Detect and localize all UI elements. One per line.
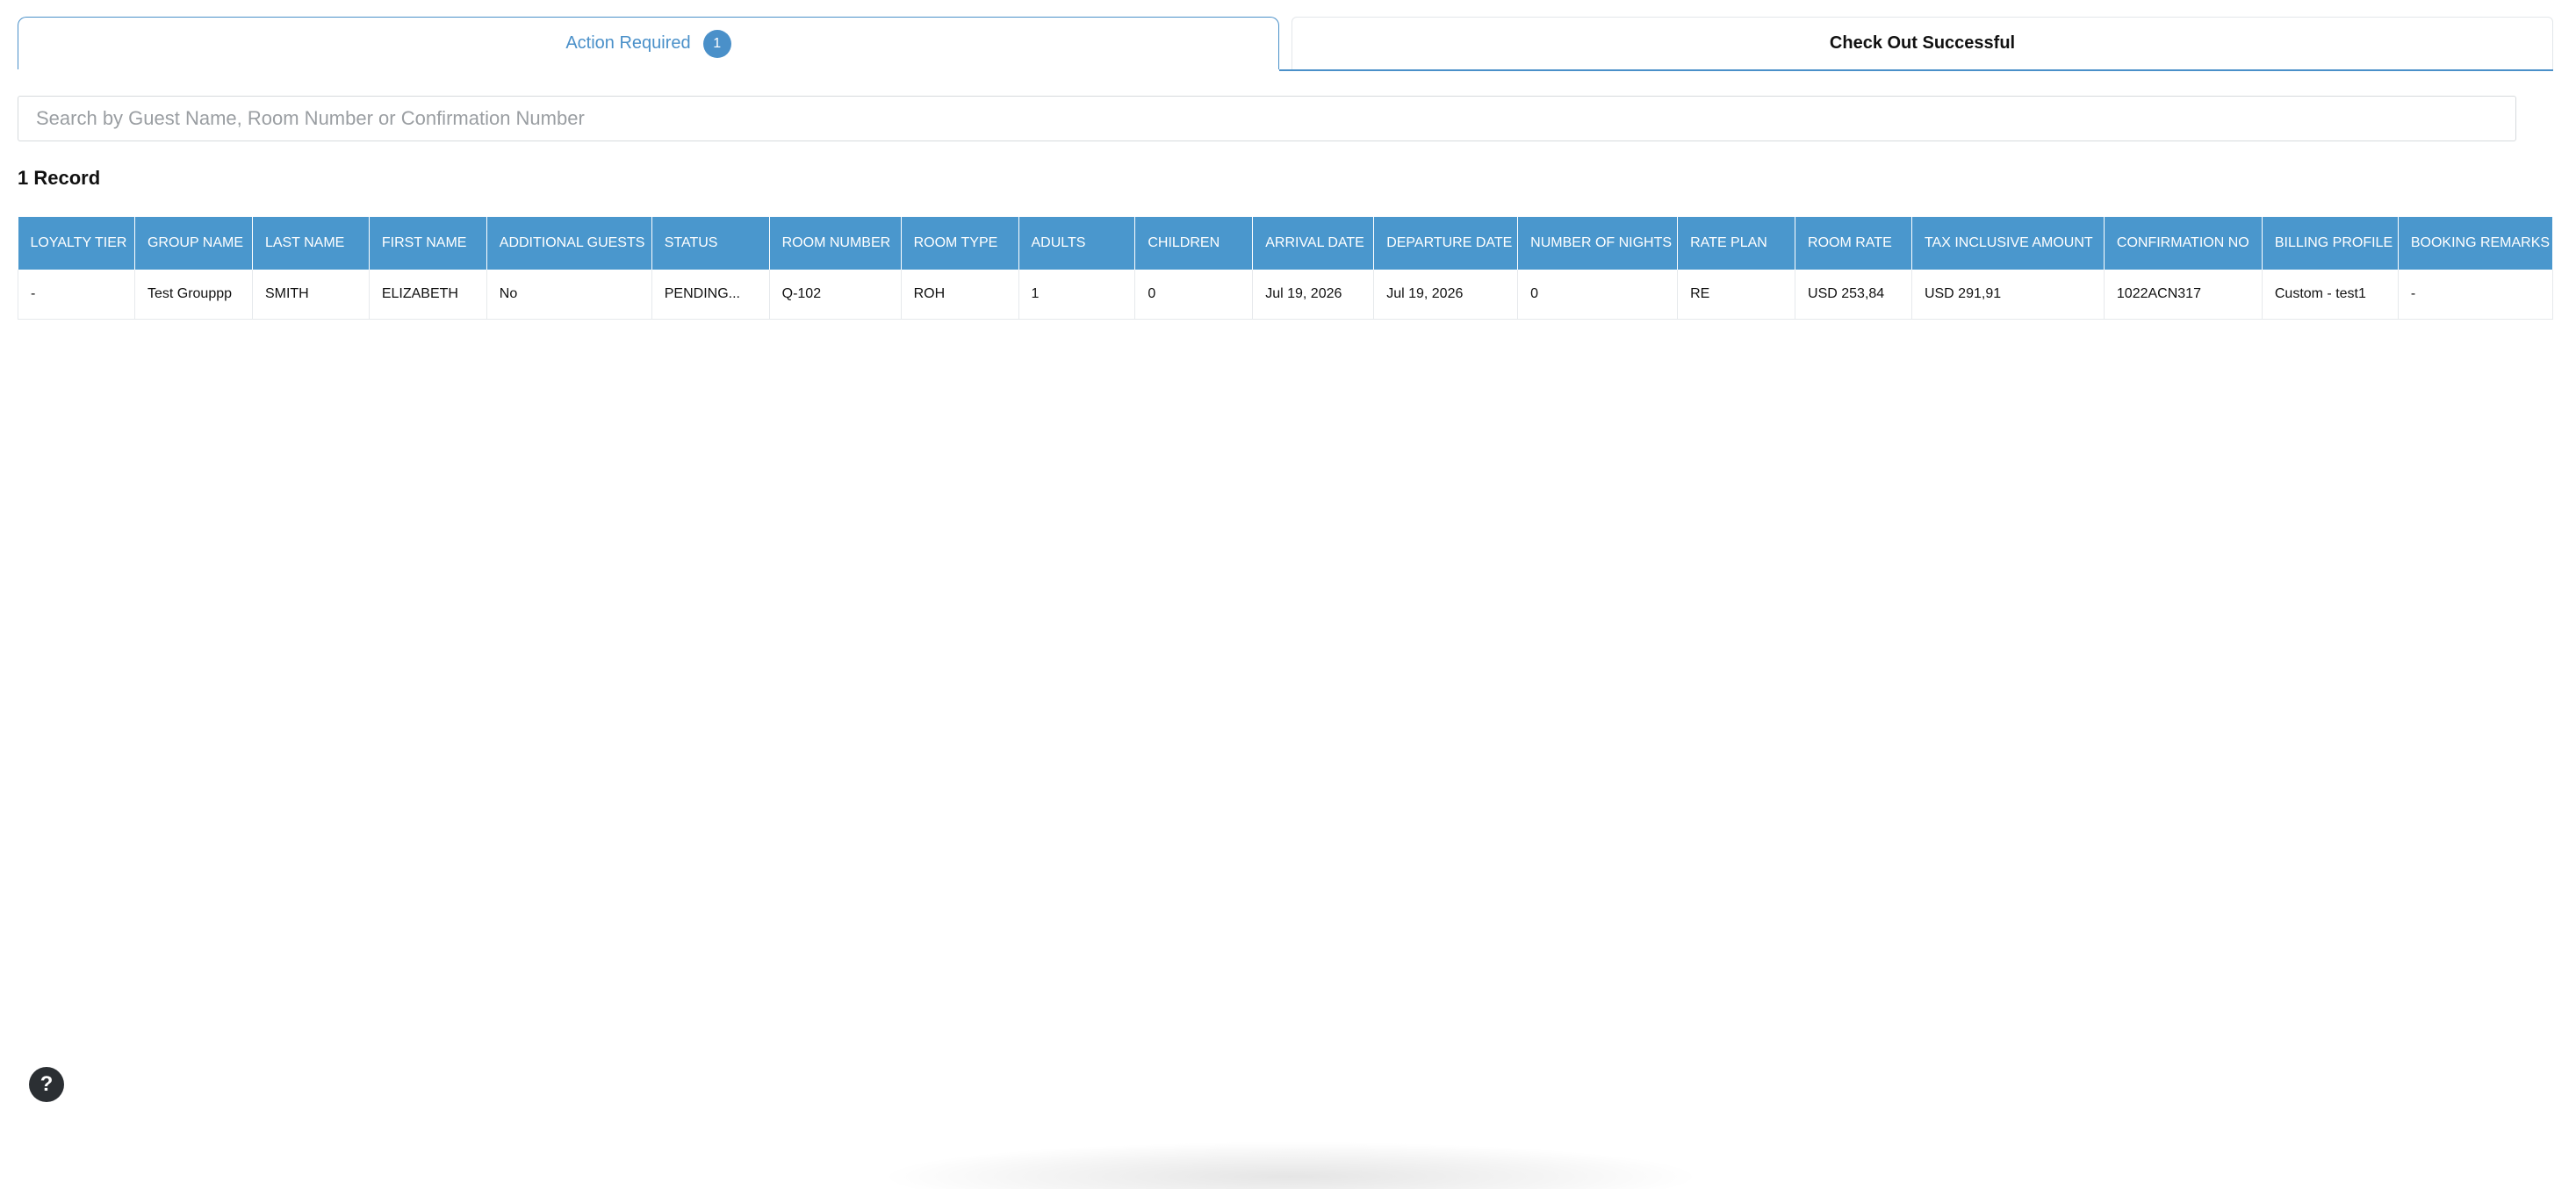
cell-children: 0 (1134, 270, 1254, 320)
reservations-table-container[interactable]: LOYALTY TIER GROUP NAME LAST NAME FIRST … (18, 217, 2553, 320)
column-header-confirmation-no[interactable]: CONFIRMATION NO (2104, 217, 2263, 270)
column-header-first-name[interactable]: FIRST NAME (369, 217, 487, 270)
tab-divider (1279, 69, 2553, 71)
cell-departure-date: Jul 19, 2026 (1373, 270, 1519, 320)
column-header-room-rate[interactable]: ROOM RATE (1795, 217, 1912, 270)
page: Action Required 1 Check Out Successful 1… (0, 0, 2576, 1189)
column-header-room-type[interactable]: ROOM TYPE (901, 217, 1019, 270)
tab-check-out-successful-label: Check Out Successful (1829, 33, 2016, 53)
cell-loyalty-tier: - (18, 270, 135, 320)
cell-first-name: ELIZABETH (369, 270, 487, 320)
cell-booking-remarks: - (2398, 270, 2553, 320)
record-count: 1 Record (18, 167, 101, 189)
cell-room-type: ROH (901, 270, 1019, 320)
cell-confirmation-no: 1022ACN317 (2104, 270, 2263, 320)
column-header-rate-plan[interactable]: RATE PLAN (1677, 217, 1796, 270)
column-header-number-of-nights[interactable]: NUMBER OF NIGHTS (1517, 217, 1679, 270)
cell-room-number: Q-102 (769, 270, 902, 320)
cell-rate-plan: RE (1677, 270, 1796, 320)
help-button[interactable]: ? (29, 1067, 64, 1102)
column-header-arrival-date[interactable]: ARRIVAL DATE (1252, 217, 1375, 270)
tab-bar: Action Required 1 Check Out Successful (18, 17, 2553, 71)
action-required-count-badge: 1 (702, 29, 731, 58)
tab-action-required[interactable]: Action Required 1 (18, 17, 1279, 69)
tab-action-required-label: Action Required (565, 33, 691, 53)
column-header-tax-inclusive-amount[interactable]: TAX INCLUSIVE AMOUNT (1911, 217, 2105, 270)
bottom-shadow-decoration (878, 1142, 1703, 1189)
cell-last-name: SMITH (252, 270, 370, 320)
column-header-children[interactable]: CHILDREN (1134, 217, 1254, 270)
cell-tax-inclusive-amount: USD 291,91 (1911, 270, 2105, 320)
column-header-booking-remarks[interactable]: BOOKING REMARKS (2398, 217, 2553, 270)
cell-arrival-date: Jul 19, 2026 (1252, 270, 1375, 320)
column-header-departure-date[interactable]: DEPARTURE DATE (1373, 217, 1519, 270)
column-header-group-name[interactable]: GROUP NAME (134, 217, 253, 270)
cell-room-rate: USD 253,84 (1795, 270, 1912, 320)
cell-adults: 1 (1018, 270, 1136, 320)
cell-billing-profile: Custom - test1 (2262, 270, 2399, 320)
column-header-room-number[interactable]: ROOM NUMBER (769, 217, 902, 270)
cell-status: PENDING... (651, 270, 770, 320)
column-header-status[interactable]: STATUS (651, 217, 770, 270)
column-header-billing-profile[interactable]: BILLING PROFILE (2262, 217, 2399, 270)
table-row[interactable]: - Test Grouppp SMITH ELIZABETH No PENDIN… (18, 270, 2553, 320)
column-header-additional-guests[interactable]: ADDITIONAL GUESTS (486, 217, 652, 270)
column-header-loyalty-tier[interactable]: LOYALTY TIER (18, 217, 135, 270)
column-header-adults[interactable]: ADULTS (1018, 217, 1136, 270)
cell-additional-guests: No (486, 270, 652, 320)
search-input[interactable] (18, 96, 2516, 141)
cell-number-of-nights: 0 (1517, 270, 1679, 320)
column-header-last-name[interactable]: LAST NAME (252, 217, 370, 270)
reservations-table: LOYALTY TIER GROUP NAME LAST NAME FIRST … (18, 217, 2553, 320)
table-header-row: LOYALTY TIER GROUP NAME LAST NAME FIRST … (18, 217, 2553, 270)
help-icon: ? (40, 1072, 54, 1096)
cell-group-name: Test Grouppp (134, 270, 253, 320)
tab-check-out-successful[interactable]: Check Out Successful (1292, 17, 2553, 69)
